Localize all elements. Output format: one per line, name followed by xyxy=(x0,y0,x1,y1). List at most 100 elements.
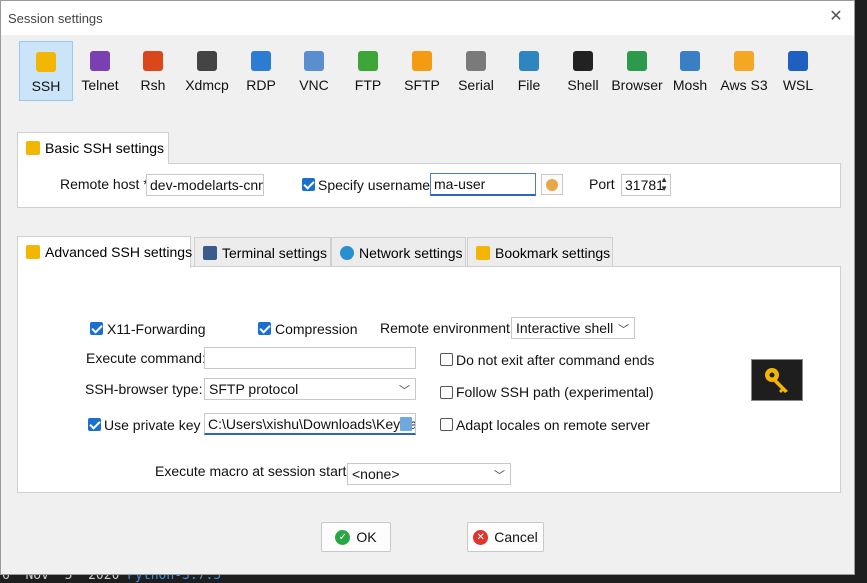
wsl-icon xyxy=(788,51,808,71)
port-input[interactable]: 31781 ▲ ▼ xyxy=(621,174,671,196)
tab-label: Advanced SSH settings xyxy=(45,244,193,260)
compression-label: Compression xyxy=(275,321,358,337)
ssh-browser-type-label: SSH-browser type: xyxy=(85,381,203,397)
ssh-icon xyxy=(36,52,56,72)
x11-forwarding-checkbox[interactable] xyxy=(90,322,103,335)
tab-basic-ssh-settings[interactable]: Basic SSH settings xyxy=(17,132,169,164)
adapt-locales-label: Adapt locales on remote server xyxy=(456,417,650,433)
port-label: Port xyxy=(589,176,615,192)
protocol-browser[interactable]: Browser xyxy=(610,41,664,101)
cancel-button-label: Cancel xyxy=(494,529,538,545)
specify-username-checkbox[interactable] xyxy=(302,178,315,191)
protocol-xdmcp[interactable]: Xdmcp xyxy=(180,41,234,101)
xdmcp-icon xyxy=(197,51,217,71)
telnet-icon xyxy=(90,51,110,71)
file-browse-icon[interactable] xyxy=(400,417,412,431)
ok-button[interactable]: ✓ OK xyxy=(321,522,391,552)
port-value: 31781 xyxy=(625,177,664,193)
tab-basic-ssh-label: Basic SSH settings xyxy=(45,140,165,156)
protocol-label: Aws S3 xyxy=(720,77,768,93)
protocol-label: Shell xyxy=(567,77,599,93)
ssh-browser-type-select[interactable]: SFTP protocol ﹀ xyxy=(204,378,416,400)
remote-host-label: Remote host * xyxy=(60,176,149,192)
adapt-locales-checkbox[interactable] xyxy=(440,418,453,431)
chevron-down-icon: ﹀ xyxy=(399,385,410,397)
protocol-ftp[interactable]: FTP xyxy=(341,41,395,101)
execute-macro-label: Execute macro at session start: xyxy=(155,463,351,479)
do-not-exit-label: Do not exit after command ends xyxy=(456,352,655,368)
private-key-value: C:\Users\xishu\Downloads\KeyPa xyxy=(208,416,416,432)
terminal-icon xyxy=(203,246,217,260)
chevron-down-icon: ﹀ xyxy=(618,324,629,336)
cancel-icon: ✕ xyxy=(473,529,489,545)
protocol-label: VNC xyxy=(299,77,329,93)
protocol-rdp[interactable]: RDP xyxy=(234,41,288,101)
follow-ssh-path-label: Follow SSH path (experimental) xyxy=(456,384,654,400)
protocol-label: Browser xyxy=(611,77,663,93)
protocol-aws-s3[interactable]: Aws S3 xyxy=(717,41,771,101)
follow-ssh-path-checkbox[interactable] xyxy=(440,386,453,399)
protocol-toolbar: SSH Telnet Rsh Xdmcp RDP VNC FTP SFTP Serial File… xyxy=(17,41,817,103)
mosh-icon xyxy=(680,51,700,71)
protocol-rsh[interactable]: Rsh xyxy=(126,41,180,101)
protocol-label: SSH xyxy=(31,78,61,94)
tab-advanced-ssh-settings[interactable]: Advanced SSH settings xyxy=(17,236,193,268)
use-private-key-checkbox[interactable] xyxy=(88,418,101,431)
protocol-label: Xdmcp xyxy=(185,77,229,93)
protocol-ssh[interactable]: SSH xyxy=(19,41,73,101)
user-manager-button[interactable] xyxy=(541,174,563,195)
remote-environment-select[interactable]: Interactive shell ﹀ xyxy=(511,317,635,339)
private-key-input[interactable]: C:\Users\xishu\Downloads\KeyPa xyxy=(204,413,416,435)
execute-macro-value: <none> xyxy=(352,466,400,482)
ftp-icon xyxy=(358,51,378,71)
dialog-title: Session settings xyxy=(8,11,103,26)
protocol-telnet[interactable]: Telnet xyxy=(73,41,127,101)
protocol-shell[interactable]: Shell xyxy=(556,41,610,101)
protocol-label: Serial xyxy=(458,77,494,93)
close-icon[interactable]: ✕ xyxy=(826,7,846,27)
protocol-label: WSL xyxy=(782,77,814,93)
browser-icon xyxy=(627,51,647,71)
remote-environment-label: Remote environment: xyxy=(380,320,514,336)
x11-forwarding-label: X11-Forwarding xyxy=(107,321,206,337)
protocol-sftp[interactable]: SFTP xyxy=(395,41,449,101)
protocol-serial[interactable]: Serial xyxy=(449,41,503,101)
rdp-icon xyxy=(251,51,271,71)
vnc-icon xyxy=(304,51,324,71)
protocol-label: Rsh xyxy=(140,77,166,93)
protocol-label: Telnet xyxy=(81,77,119,93)
ok-button-label: OK xyxy=(356,529,377,545)
key-icon xyxy=(26,245,40,259)
tab-label: Bookmark settings xyxy=(495,245,611,261)
protocol-label: FTP xyxy=(354,77,382,93)
protocol-label: SFTP xyxy=(404,77,440,93)
execute-macro-select[interactable]: <none> ﹀ xyxy=(347,463,511,485)
protocol-label: Mosh xyxy=(672,77,708,93)
protocol-file[interactable]: File xyxy=(502,41,556,101)
sftp-icon xyxy=(412,51,432,71)
key-icon xyxy=(26,141,40,155)
port-spinner-icon[interactable]: ▲ ▼ xyxy=(660,175,668,193)
protocol-mosh[interactable]: Mosh xyxy=(663,41,717,101)
tab-terminal-settings[interactable]: Terminal settings xyxy=(194,237,331,267)
basic-settings-panel: Remote host * dev-modelarts-cnnc Specify… xyxy=(17,163,841,208)
tab-bookmark-settings[interactable]: Bookmark settings xyxy=(467,237,613,267)
do-not-exit-checkbox[interactable] xyxy=(440,353,453,366)
user-icon xyxy=(546,178,558,191)
username-input[interactable]: ma-user xyxy=(430,173,536,196)
execute-command-input[interactable] xyxy=(204,347,416,369)
tab-label: Terminal settings xyxy=(222,245,328,261)
protocol-vnc[interactable]: VNC xyxy=(287,41,341,101)
remote-environment-value: Interactive shell xyxy=(516,320,614,336)
ssh-browser-type-value: SFTP protocol xyxy=(209,381,299,397)
advanced-settings-panel: X11-Forwarding Compression Remote enviro… xyxy=(17,266,841,493)
protocol-wsl[interactable]: WSL xyxy=(771,41,825,101)
title-bar: Session settings ✕ xyxy=(1,1,854,35)
protocol-label: File xyxy=(517,77,541,93)
tab-network-settings[interactable]: Network settings xyxy=(331,237,466,267)
remote-host-input[interactable]: dev-modelarts-cnnc xyxy=(146,174,264,196)
compression-checkbox[interactable] xyxy=(258,322,271,335)
file-icon xyxy=(519,51,539,71)
cancel-button[interactable]: ✕ Cancel xyxy=(467,522,544,552)
network-icon xyxy=(340,246,354,260)
